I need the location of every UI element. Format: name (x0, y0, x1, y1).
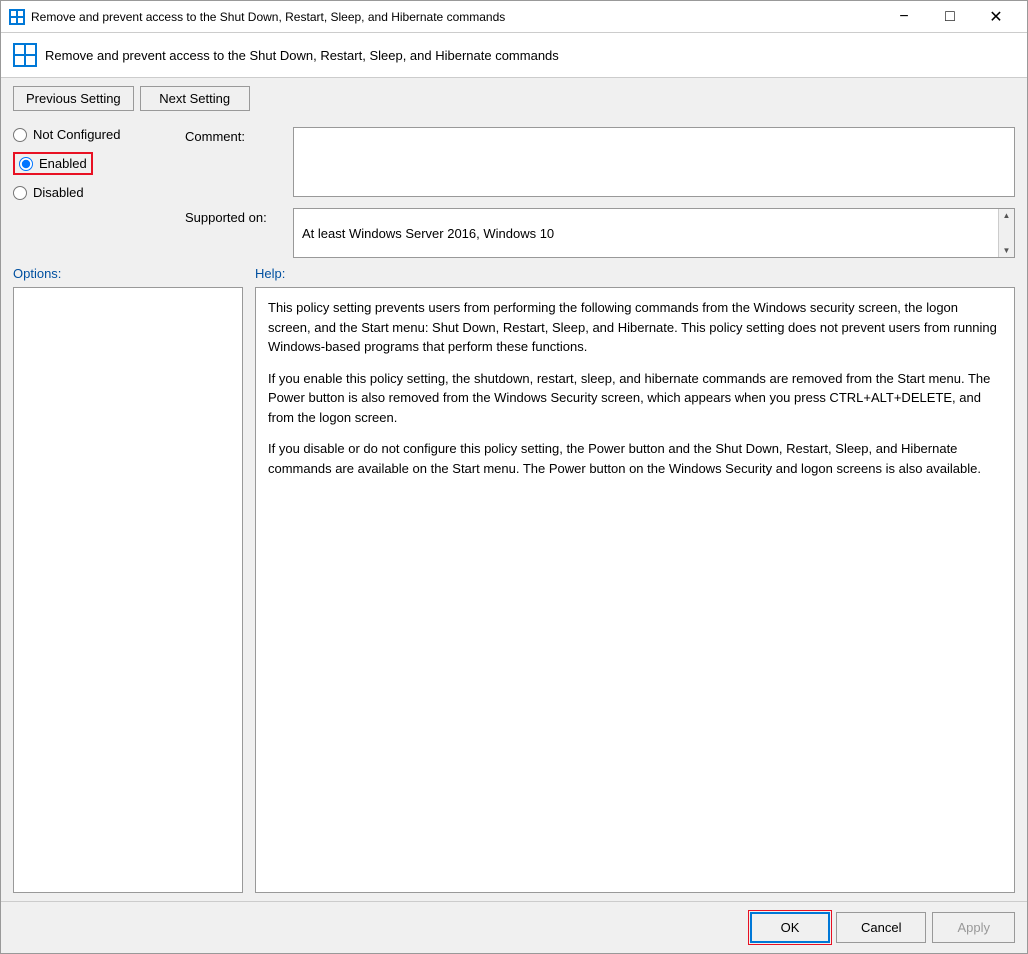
cancel-button[interactable]: Cancel (836, 912, 926, 943)
not-configured-label: Not Configured (33, 127, 120, 142)
footer: OK Cancel Apply (1, 901, 1027, 953)
maximize-button[interactable]: □ (927, 1, 973, 33)
radio-group: Not Configured Enabled Disabled (13, 127, 173, 258)
supported-on-scrollbar: ▲ ▼ (998, 209, 1014, 257)
supported-on-value-box: At least Windows Server 2016, Windows 10… (293, 208, 1015, 258)
ok-button[interactable]: OK (750, 912, 830, 943)
dialog-icon (13, 43, 37, 67)
help-panel: This policy setting prevents users from … (255, 287, 1015, 893)
title-bar: Remove and prevent access to the Shut Do… (1, 1, 1027, 33)
dialog-header-text: Remove and prevent access to the Shut Do… (45, 48, 559, 63)
minimize-button[interactable]: − (881, 1, 927, 33)
window-title: Remove and prevent access to the Shut Do… (31, 10, 881, 24)
dialog-header: Remove and prevent access to the Shut Do… (1, 33, 1027, 78)
disabled-option[interactable]: Disabled (13, 185, 173, 200)
supported-on-value: At least Windows Server 2016, Windows 10 (302, 226, 574, 241)
scroll-down-arrow: ▼ (1001, 244, 1013, 257)
top-section: Not Configured Enabled Disabled Comme (13, 127, 1015, 258)
not-configured-option[interactable]: Not Configured (13, 127, 173, 142)
options-panel (13, 287, 243, 893)
next-setting-button[interactable]: Next Setting (140, 86, 250, 111)
comment-row: Comment: (185, 127, 1015, 200)
main-content: Not Configured Enabled Disabled Comme (1, 119, 1027, 901)
comment-textarea-wrapper (293, 127, 1015, 200)
supported-on-row: Supported on: At least Windows Server 20… (185, 208, 1015, 258)
fields-section: Comment: Supported on: At least Windows … (185, 127, 1015, 258)
window-icon (9, 9, 25, 25)
previous-setting-button[interactable]: Previous Setting (13, 86, 134, 111)
close-button[interactable]: ✕ (973, 1, 1019, 33)
not-configured-radio[interactable] (13, 128, 27, 142)
scroll-up-arrow: ▲ (1001, 209, 1013, 222)
help-paragraph-1: This policy setting prevents users from … (268, 298, 1002, 357)
window-controls: − □ ✕ (881, 1, 1019, 33)
options-section-label: Options: (13, 266, 61, 281)
disabled-label: Disabled (33, 185, 84, 200)
help-paragraph-2: If you enable this policy setting, the s… (268, 369, 1002, 428)
section-divider: Options: Help: (13, 266, 1015, 281)
enabled-label: Enabled (39, 156, 87, 171)
disabled-radio[interactable] (13, 186, 27, 200)
comment-label: Comment: (185, 127, 285, 144)
help-paragraph-3: If you disable or do not configure this … (268, 439, 1002, 478)
bottom-panels: This policy setting prevents users from … (13, 287, 1015, 893)
apply-button[interactable]: Apply (932, 912, 1015, 943)
enabled-option[interactable]: Enabled (13, 152, 173, 175)
help-section-label: Help: (255, 266, 285, 281)
comment-textarea[interactable] (293, 127, 1015, 197)
supported-on-label: Supported on: (185, 208, 285, 225)
toolbar: Previous Setting Next Setting (1, 78, 1027, 119)
main-window: Remove and prevent access to the Shut Do… (0, 0, 1028, 954)
enabled-radio[interactable] (19, 157, 33, 171)
